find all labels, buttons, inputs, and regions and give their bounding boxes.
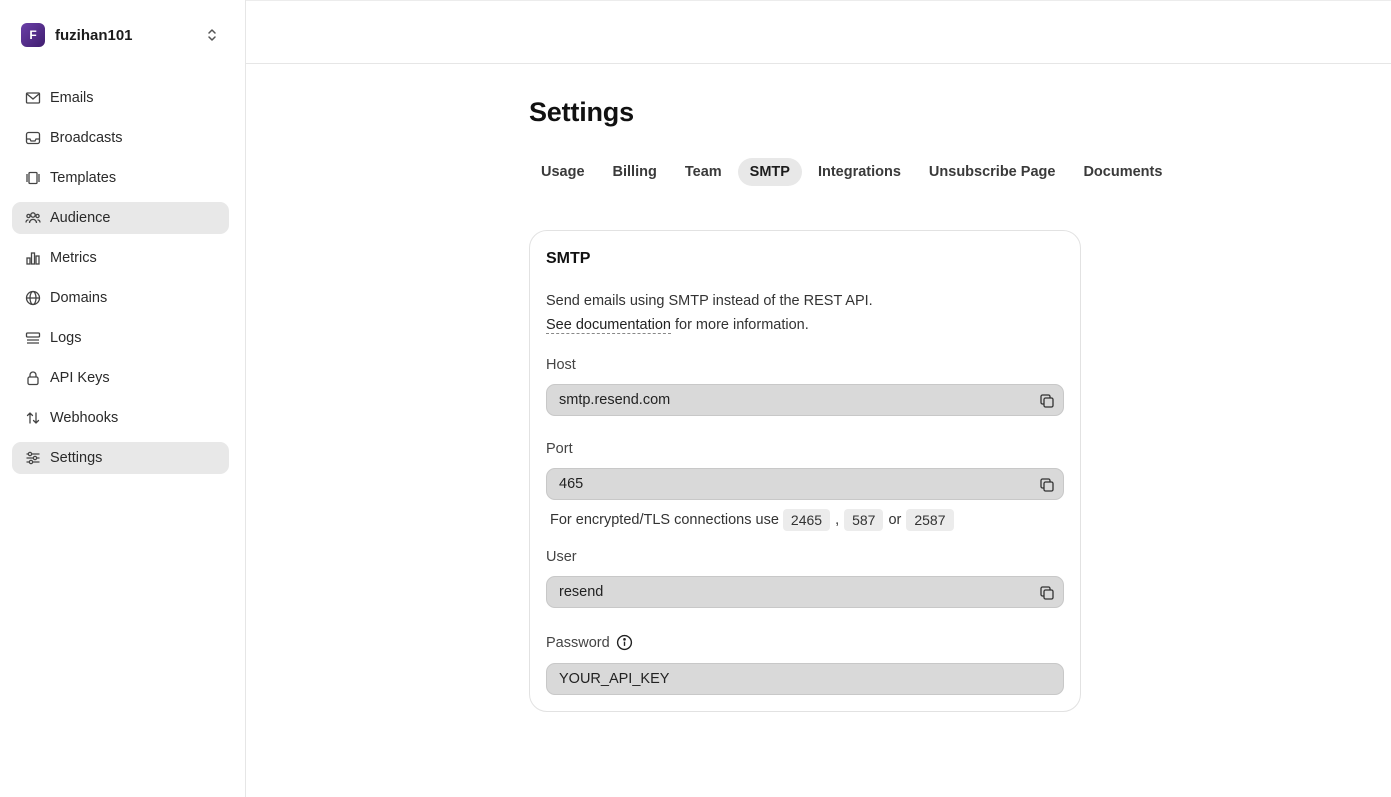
tab-smtp[interactable]: SMTP xyxy=(737,158,802,186)
copy-user-button[interactable] xyxy=(1037,583,1057,603)
copy-host-button[interactable] xyxy=(1037,391,1057,411)
tls-port-code: 2587 xyxy=(906,509,954,531)
smtp-description-line1: Send emails using SMTP instead of the RE… xyxy=(546,293,873,309)
password-label: Password xyxy=(546,634,610,651)
copy-port-button[interactable] xyxy=(1037,475,1057,495)
password-value: YOUR_API_KEY xyxy=(559,671,670,687)
sidebar-item-webhooks[interactable]: Webhooks xyxy=(12,402,229,434)
team-avatar: F xyxy=(21,23,45,47)
templates-icon xyxy=(25,170,41,186)
sidebar-item-broadcasts[interactable]: Broadcasts xyxy=(12,122,229,154)
page-title: Settings xyxy=(529,97,634,127)
users-icon xyxy=(25,210,41,226)
smtp-description-line2: See documentation for more information. xyxy=(546,313,873,337)
port-value: 465 xyxy=(559,476,584,492)
sidebar-item-metrics[interactable]: Metrics xyxy=(12,242,229,274)
user-value: resend xyxy=(559,584,604,600)
sidebar-item-label: API Keys xyxy=(50,370,110,386)
sidebar-item-label: Audience xyxy=(50,210,111,226)
port-label: Port xyxy=(546,441,573,457)
user-label: User xyxy=(546,549,577,565)
sidebar: F fuzihan101 Emails Broadcasts Templates… xyxy=(0,0,246,797)
sidebar-item-emails[interactable]: Emails xyxy=(12,82,229,114)
sidebar-item-label: Templates xyxy=(50,170,117,186)
copy-icon xyxy=(1040,586,1054,600)
sidebar-item-api-keys[interactable]: API Keys xyxy=(12,362,229,394)
smtp-description: Send emails using SMTP instead of the RE… xyxy=(546,289,873,337)
sidebar-item-label: Metrics xyxy=(50,250,97,266)
description-suffix: for more information. xyxy=(670,317,809,333)
password-label-row: Password xyxy=(546,634,633,651)
chevron-up-down-icon xyxy=(204,27,220,43)
sidebar-nav: Emails Broadcasts Templates Audience Met… xyxy=(12,82,229,482)
tls-port-code: 587 xyxy=(844,509,884,531)
sidebar-item-logs[interactable]: Logs xyxy=(12,322,229,354)
lock-icon xyxy=(25,370,41,386)
host-label: Host xyxy=(546,357,576,373)
bar-chart-icon xyxy=(25,250,41,266)
sidebar-item-templates[interactable]: Templates xyxy=(12,162,229,194)
smtp-card: SMTP Send emails using SMTP instead of t… xyxy=(529,230,1081,712)
sidebar-item-label: Domains xyxy=(50,290,108,306)
sidebar-item-label: Logs xyxy=(50,330,82,346)
tab-documents[interactable]: Documents xyxy=(1071,158,1174,186)
mail-icon xyxy=(25,90,41,106)
user-field[interactable]: resend xyxy=(546,576,1064,608)
password-field[interactable]: YOUR_API_KEY xyxy=(546,663,1064,695)
host-field[interactable]: smtp.resend.com xyxy=(546,384,1064,416)
inbox-icon xyxy=(25,130,41,146)
sidebar-item-audience[interactable]: Audience xyxy=(12,202,229,234)
settings-tabs: Usage Billing Team SMTP Integrations Uns… xyxy=(529,158,1178,186)
sidebar-item-label: Broadcasts xyxy=(50,130,123,146)
tab-integrations[interactable]: Integrations xyxy=(806,158,913,186)
team-switcher[interactable]: F fuzihan101 xyxy=(12,18,230,52)
copy-icon xyxy=(1040,478,1054,492)
tls-note-prefix: For encrypted/TLS connections use xyxy=(550,512,779,528)
tab-team[interactable]: Team xyxy=(673,158,734,186)
app-root: F fuzihan101 Emails Broadcasts Templates… xyxy=(0,0,1391,797)
port-field[interactable]: 465 xyxy=(546,468,1064,500)
globe-icon xyxy=(25,290,41,306)
logs-icon xyxy=(25,330,41,346)
smtp-card-title: SMTP xyxy=(546,250,591,267)
header-bar xyxy=(246,4,1391,64)
tls-comma: , xyxy=(835,512,840,528)
tls-port-code: 2465 xyxy=(782,509,831,531)
info-icon[interactable] xyxy=(616,634,633,651)
sidebar-item-domains[interactable]: Domains xyxy=(12,282,229,314)
tab-billing[interactable]: Billing xyxy=(601,158,669,186)
sidebar-item-label: Emails xyxy=(50,90,94,106)
sidebar-item-settings[interactable]: Settings xyxy=(12,442,229,474)
tab-unsubscribe-page[interactable]: Unsubscribe Page xyxy=(917,158,1068,186)
team-name: fuzihan101 xyxy=(55,26,133,44)
copy-icon xyxy=(1040,394,1054,408)
sliders-icon xyxy=(25,450,41,466)
tls-or: or xyxy=(888,512,902,528)
sidebar-item-label: Settings xyxy=(50,450,103,466)
tls-note: For encrypted/TLS connections use 2465 ,… xyxy=(550,507,958,533)
sidebar-item-label: Webhooks xyxy=(50,410,119,426)
arrows-icon xyxy=(25,410,41,426)
tab-usage[interactable]: Usage xyxy=(529,158,597,186)
host-value: smtp.resend.com xyxy=(559,392,671,408)
see-documentation-link[interactable]: See documentation xyxy=(546,317,671,334)
